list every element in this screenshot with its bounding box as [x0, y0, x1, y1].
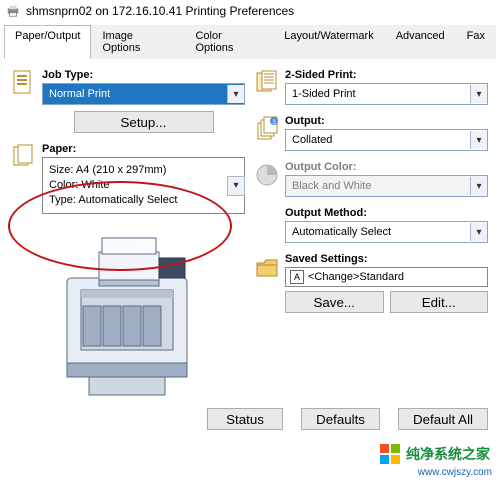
chevron-down-icon: ▾: [227, 176, 245, 196]
output-method-value: Automatically Select: [292, 226, 391, 238]
output-value: Collated: [292, 134, 332, 146]
chevron-down-icon: ▾: [470, 177, 487, 195]
saved-settings-value: <Change>Standard: [308, 271, 404, 283]
paper-label: Paper:: [42, 143, 245, 155]
printer-illustration: [49, 228, 209, 398]
watermark-text: 纯净系统之家: [406, 444, 490, 464]
tab-strip: Paper/Output Image Options Color Options…: [4, 24, 496, 59]
defaults-button[interactable]: Defaults: [301, 408, 380, 430]
status-button[interactable]: Status: [207, 408, 283, 430]
output-color-select: Black and White ▾: [285, 175, 488, 197]
preset-a-icon: A: [290, 270, 304, 284]
output-method-select[interactable]: Automatically Select ▾: [285, 221, 488, 243]
duplex-icon: [255, 69, 279, 97]
saved-settings-select[interactable]: A <Change>Standard: [285, 267, 488, 287]
output-group: 3 Output: Collated ▾: [255, 115, 488, 151]
tab-image-options[interactable]: Image Options: [91, 25, 184, 59]
paper-summary-select[interactable]: Size: A4 (210 x 297mm) Color: White Type…: [42, 157, 245, 214]
chevron-down-icon: ▾: [470, 85, 487, 103]
output-color-group: Output Color: Black and White ▾: [255, 161, 488, 197]
collate-icon: 3: [255, 115, 279, 143]
saved-settings-group: Saved Settings: A <Change>Standard Save.…: [255, 253, 488, 313]
default-all-button[interactable]: Default All: [398, 408, 488, 430]
job-type-group: Job Type: Normal Print ▾ Setup...: [12, 69, 245, 133]
chevron-down-icon: ▾: [470, 223, 487, 241]
output-select[interactable]: Collated ▾: [285, 129, 488, 151]
output-method-label: Output Method:: [285, 207, 488, 219]
tab-color-options[interactable]: Color Options: [184, 25, 273, 59]
chevron-down-icon: ▾: [470, 131, 487, 149]
watermark-url: www.cwjszy.com: [418, 467, 492, 478]
tab-paper-output[interactable]: Paper/Output: [4, 25, 91, 59]
tab-layout-watermark[interactable]: Layout/Watermark: [273, 25, 384, 59]
job-type-icon: [12, 69, 36, 97]
paper-color: Color: White: [49, 178, 238, 193]
windows-logo-icon: [380, 444, 400, 464]
paper-icon: [12, 143, 36, 171]
paper-group: Paper: Size: A4 (210 x 297mm) Color: Whi…: [12, 143, 245, 214]
edit-button[interactable]: Edit...: [390, 291, 489, 313]
output-method-group: Output Method: Automatically Select ▾: [255, 207, 488, 243]
right-column: 2-Sided Print: 1-Sided Print ▾ 3 Output:…: [255, 69, 488, 398]
two-sided-group: 2-Sided Print: 1-Sided Print ▾: [255, 69, 488, 105]
save-button[interactable]: Save...: [285, 291, 384, 313]
two-sided-value: 1-Sided Print: [292, 88, 356, 100]
saved-settings-label: Saved Settings:: [285, 253, 488, 265]
tab-fax[interactable]: Fax: [456, 25, 496, 59]
two-sided-select[interactable]: 1-Sided Print ▾: [285, 83, 488, 105]
paper-type: Type: Automatically Select: [49, 193, 238, 208]
folder-icon: [255, 253, 279, 281]
watermark: 纯净系统之家: [376, 442, 494, 466]
output-color-value: Black and White: [292, 180, 371, 192]
job-type-value: Normal Print: [49, 88, 110, 100]
setup-button[interactable]: Setup...: [74, 111, 214, 133]
printer-icon: [6, 4, 20, 18]
tab-page: Job Type: Normal Print ▾ Setup...: [0, 59, 500, 404]
window-title: shmsnprn02 on 172.16.10.41 Printing Pref…: [26, 4, 294, 18]
job-type-label: Job Type:: [42, 69, 245, 81]
title-bar: shmsnprn02 on 172.16.10.41 Printing Pref…: [0, 0, 500, 22]
output-color-label: Output Color:: [285, 161, 488, 173]
color-wheel-icon: [255, 161, 279, 189]
chevron-down-icon: ▾: [227, 85, 244, 103]
output-label: Output:: [285, 115, 488, 127]
dialog-bottom-row: Status Defaults Default All: [0, 404, 500, 434]
job-type-select[interactable]: Normal Print ▾: [42, 83, 245, 105]
two-sided-label: 2-Sided Print:: [285, 69, 488, 81]
tab-advanced[interactable]: Advanced: [385, 25, 456, 59]
paper-size: Size: A4 (210 x 297mm): [49, 163, 238, 178]
left-column: Job Type: Normal Print ▾ Setup...: [12, 69, 245, 398]
